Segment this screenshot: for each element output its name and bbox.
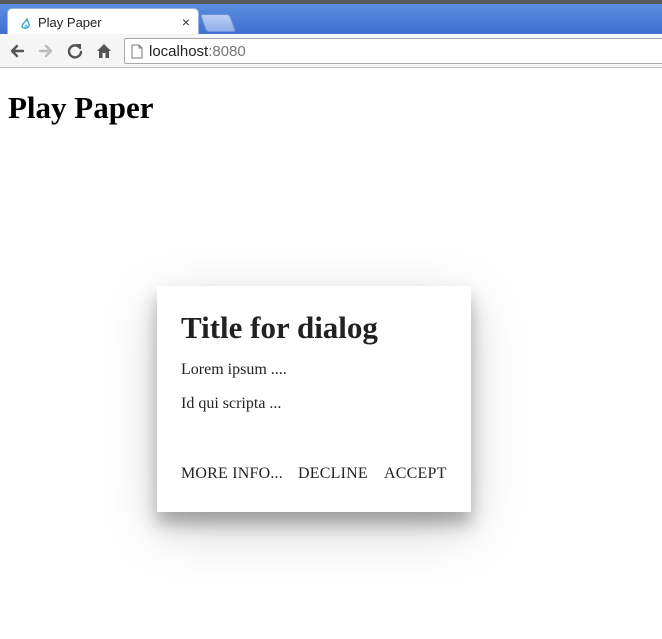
reload-button[interactable] [64, 40, 86, 62]
url-host: localhost [149, 43, 209, 60]
tab-strip: Play Paper × [0, 0, 662, 38]
back-arrow-icon [6, 40, 28, 62]
more-info-button[interactable]: MORE INFO... [181, 463, 283, 485]
page-content: Play Paper Title for dialog Lorem ipsum … [0, 68, 662, 639]
tab-title: Play Paper [38, 15, 102, 30]
dialog-title: Title for dialog [181, 310, 378, 345]
dialog-paragraph: Lorem ipsum .... [181, 361, 287, 378]
close-tab-icon[interactable]: × [182, 13, 190, 31]
reload-icon [64, 40, 86, 62]
home-icon [93, 40, 115, 62]
browser-toolbar: localhost:8080 [0, 34, 662, 68]
dialog: Title for dialog Lorem ipsum .... Id qui… [157, 286, 471, 512]
dialog-paragraph: Id qui scripta ... [181, 395, 282, 412]
new-tab-button[interactable] [199, 14, 237, 32]
forward-arrow-icon [35, 40, 57, 62]
forward-button[interactable] [35, 40, 57, 62]
accept-button[interactable]: ACCEPT [384, 463, 447, 485]
url-text: localhost:8080 [149, 43, 246, 60]
url-port: :8080 [208, 43, 246, 60]
browser-window: Play Paper × localhost:8080 Play Paper T… [0, 0, 662, 639]
dialog-actions: MORE INFO... DECLINE ACCEPT [157, 463, 471, 485]
address-bar[interactable]: localhost:8080 [124, 38, 662, 64]
home-button[interactable] [93, 40, 115, 62]
polymer-favicon-icon [20, 16, 32, 29]
page-icon [131, 44, 143, 64]
back-button[interactable] [6, 40, 28, 62]
page-title: Play Paper [8, 90, 154, 125]
decline-button[interactable]: DECLINE [298, 463, 368, 485]
